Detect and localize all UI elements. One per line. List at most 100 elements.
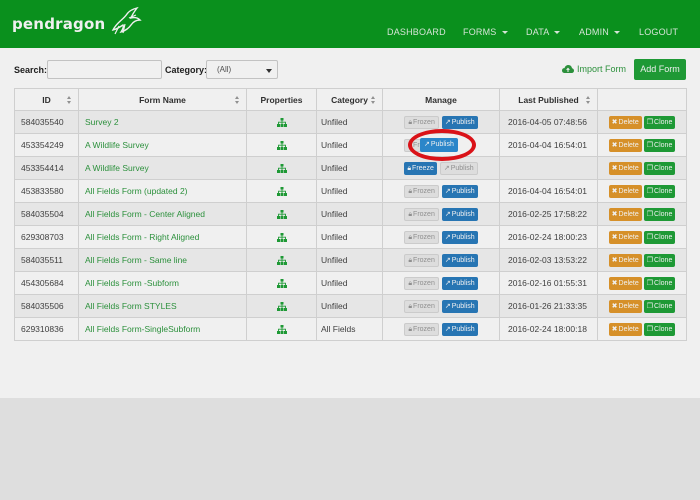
cell-last-published: 2016-02-24 18:00:23 bbox=[499, 225, 598, 249]
form-name-link[interactable]: All Fields Form-SingleSubform bbox=[78, 317, 247, 341]
delete-label: Delete bbox=[618, 118, 639, 126]
cell-category: Unfiled bbox=[316, 225, 383, 249]
sitemap-icon[interactable] bbox=[276, 141, 287, 151]
col-header-last-published[interactable]: Last Published bbox=[499, 88, 598, 111]
cell-id: 454305684 bbox=[14, 271, 79, 295]
publish-button[interactable]: ↗Publish bbox=[441, 115, 478, 129]
sitemap-icon[interactable] bbox=[276, 302, 287, 312]
delete-button[interactable]: ✖Delete bbox=[608, 253, 642, 267]
cell-manage: 🔒︎Frozen↗Publish bbox=[382, 248, 500, 272]
delete-button[interactable]: ✖Delete bbox=[608, 299, 642, 313]
form-name-link[interactable]: All Fields Form - Right Aligned bbox=[78, 225, 247, 249]
clone-button[interactable]: ❐Clone bbox=[643, 322, 676, 336]
delete-button[interactable]: ✖Delete bbox=[608, 161, 642, 175]
frozen-label: Frozen bbox=[413, 118, 435, 126]
sitemap-icon[interactable] bbox=[276, 187, 287, 197]
delete-label: Delete bbox=[618, 164, 639, 172]
publish-button[interactable]: ↗Publish bbox=[441, 184, 478, 198]
nav-dashboard[interactable]: DASHBOARD bbox=[387, 27, 446, 37]
import-form-link[interactable]: Import Form bbox=[562, 64, 626, 74]
form-name-link[interactable]: All Fields Form (updated 2) bbox=[78, 179, 247, 203]
add-form-button[interactable]: Add Form bbox=[634, 59, 686, 80]
form-name-link[interactable]: A Wildlife Survey bbox=[78, 133, 247, 157]
cell-category: All Fields bbox=[316, 317, 383, 341]
cell-properties bbox=[246, 133, 317, 157]
clone-button[interactable]: ❐Clone bbox=[643, 138, 676, 152]
category-select[interactable]: (All) bbox=[206, 60, 278, 79]
publish-button[interactable]: ↗Publish bbox=[441, 207, 478, 221]
form-name-link[interactable]: Survey 2 bbox=[78, 110, 247, 134]
nav-admin[interactable]: ADMIN bbox=[579, 27, 620, 37]
form-name-link[interactable]: All Fields Form - Same line bbox=[78, 248, 247, 272]
nav-logout[interactable]: LOGOUT bbox=[639, 27, 678, 37]
sitemap-icon[interactable] bbox=[276, 279, 287, 289]
highlighted-publish-button[interactable]: ↗Publish bbox=[420, 138, 458, 152]
clone-button[interactable]: ❐Clone bbox=[643, 276, 676, 290]
cell-actions: ✖Delete ❐Clone bbox=[597, 133, 687, 157]
delete-button[interactable]: ✖Delete bbox=[608, 230, 642, 244]
cell-last-published: 2016-02-03 13:53:22 bbox=[499, 248, 598, 272]
publish-label: Publish bbox=[451, 325, 475, 333]
col-header-name[interactable]: Form Name bbox=[78, 88, 247, 111]
publish-button[interactable]: ↗Publish bbox=[441, 299, 478, 313]
nav-forms[interactable]: FORMS bbox=[463, 27, 508, 37]
form-name-link[interactable]: All Fields Form STYLES bbox=[78, 294, 247, 318]
brand[interactable]: pendragon bbox=[12, 6, 143, 36]
clone-button[interactable]: ❐Clone bbox=[643, 299, 676, 313]
sitemap-icon[interactable] bbox=[276, 233, 287, 243]
table-row: 629308703 All Fields Form - Right Aligned… bbox=[14, 225, 687, 249]
cell-properties bbox=[246, 202, 317, 226]
sitemap-icon[interactable] bbox=[276, 210, 287, 220]
lock-icon: 🔒︎ bbox=[408, 256, 413, 264]
frozen-label: Frozen bbox=[413, 279, 435, 287]
delete-label: Delete bbox=[618, 279, 639, 287]
sitemap-icon[interactable] bbox=[276, 118, 287, 128]
table-row: 629310836 All Fields Form-SingleSubform Al… bbox=[14, 317, 687, 341]
cell-manage: 🔒︎Frozen↗Publish bbox=[382, 202, 500, 226]
nav-data[interactable]: DATA bbox=[526, 27, 561, 37]
clone-label: Clone bbox=[654, 210, 673, 218]
delete-button[interactable]: ✖Delete bbox=[608, 276, 642, 290]
form-name-link[interactable]: A Wildlife Survey bbox=[78, 156, 247, 180]
sitemap-icon[interactable] bbox=[276, 325, 287, 335]
publish-button[interactable]: ↗Publish bbox=[441, 230, 478, 244]
delete-button[interactable]: ✖Delete bbox=[608, 184, 642, 198]
delete-button[interactable]: ✖Delete bbox=[608, 138, 642, 152]
cell-actions: ✖Delete ❐Clone bbox=[597, 179, 687, 203]
sitemap-icon[interactable] bbox=[276, 164, 287, 174]
sort-icon bbox=[371, 96, 376, 105]
search-input[interactable] bbox=[47, 60, 162, 79]
delete-button[interactable]: ✖Delete bbox=[608, 322, 642, 336]
cell-category: Unfiled bbox=[316, 156, 383, 180]
caret-down-icon bbox=[266, 69, 272, 73]
clone-button[interactable]: ❐Clone bbox=[643, 161, 676, 175]
nav-admin-label: ADMIN bbox=[579, 27, 609, 37]
delete-button[interactable]: ✖Delete bbox=[608, 207, 642, 221]
publish-button[interactable]: ↗Publish bbox=[441, 276, 478, 290]
clone-label: Clone bbox=[654, 164, 673, 172]
clone-button[interactable]: ❐Clone bbox=[643, 115, 676, 129]
cell-properties bbox=[246, 110, 317, 134]
publish-button[interactable]: ↗Publish bbox=[441, 322, 478, 336]
sort-icon bbox=[235, 96, 240, 105]
col-header-properties-label: Properties bbox=[260, 94, 303, 105]
col-header-category[interactable]: Category bbox=[316, 88, 383, 111]
lock-icon: 🔒︎ bbox=[407, 164, 412, 172]
freeze-button[interactable]: 🔒︎Freeze bbox=[404, 161, 437, 175]
clone-button[interactable]: ❐Clone bbox=[643, 207, 676, 221]
publish-button[interactable]: ↗Publish bbox=[441, 253, 478, 267]
lock-icon: 🔒︎ bbox=[408, 302, 413, 310]
form-name-link[interactable]: All Fields Form - Center Aligned bbox=[78, 202, 247, 226]
form-name-link[interactable]: All Fields Form -Subform bbox=[78, 271, 247, 295]
cell-category: Unfiled bbox=[316, 110, 383, 134]
cell-id: 453354414 bbox=[14, 156, 79, 180]
copy-icon: ❐ bbox=[646, 164, 654, 172]
frozen-button: 🔒︎Frozen bbox=[404, 276, 439, 290]
delete-button[interactable]: ✖Delete bbox=[608, 115, 642, 129]
clone-button[interactable]: ❐Clone bbox=[643, 253, 676, 267]
sitemap-icon[interactable] bbox=[276, 256, 287, 266]
cell-last-published: 2016-02-24 18:00:18 bbox=[499, 317, 598, 341]
clone-button[interactable]: ❐Clone bbox=[643, 184, 676, 198]
clone-button[interactable]: ❐Clone bbox=[643, 230, 676, 244]
col-header-id[interactable]: ID bbox=[14, 88, 79, 111]
